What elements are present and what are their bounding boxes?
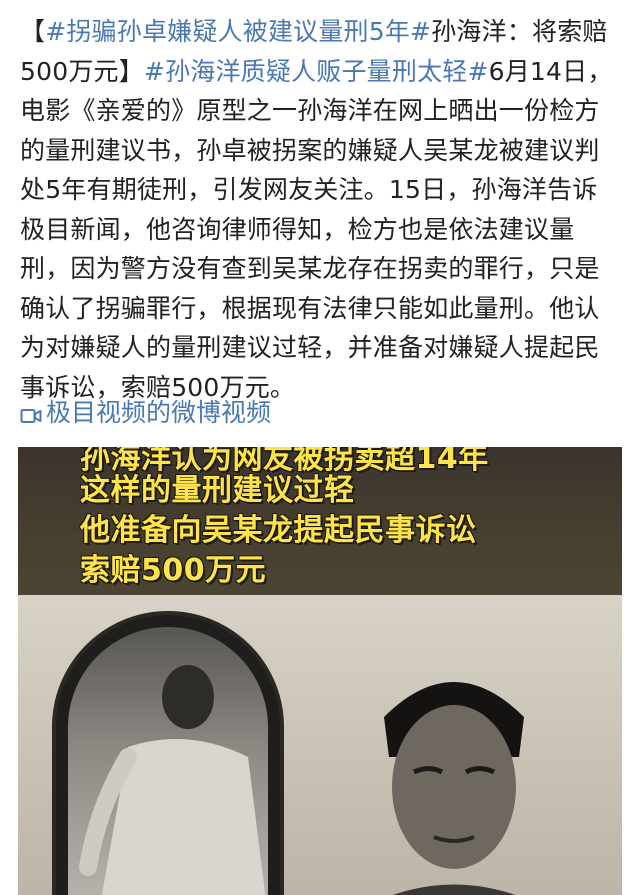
video-icon <box>20 402 42 423</box>
post-text-segment: 【 <box>20 17 46 46</box>
post-text-segment: 6月14日，电影《亲爱的》原型之一孙海洋在网上晒出一份检方的量刑建议书，孙卓被拐… <box>20 56 613 402</box>
right-portrait-photo <box>344 647 564 895</box>
hashtag-link[interactable]: #孙海洋质疑人贩子量刑太轻# <box>144 57 489 86</box>
video-source-link[interactable]: 极目视频的微博视频 <box>20 393 271 429</box>
left-portrait-photo <box>52 611 284 895</box>
weibo-post: 【#拐骗孙卓嫌疑人被建议量刑5年#孙海洋：将索赔500万元】#孙海洋质疑人贩子量… <box>0 0 632 895</box>
hashtag-link[interactable]: #拐骗孙卓嫌疑人被建议量刑5年# <box>45 17 431 46</box>
video-link-label: 极目视频的微博视频 <box>46 398 272 427</box>
video-player[interactable]: 孙海洋认为网友被拐卖超14年 这样的量刑建议过轻 他准备向吴某龙提起民事诉讼 索… <box>18 447 622 895</box>
video-caption-line: 索赔500万元 <box>80 553 267 588</box>
post-text: 【#拐骗孙卓嫌疑人被建议量刑5年#孙海洋：将索赔500万元】#孙海洋质疑人贩子量… <box>20 12 620 407</box>
video-caption-line: 这样的量刑建议过轻 <box>80 473 355 508</box>
video-caption-line: 他准备向吴某龙提起民事诉讼 <box>80 513 477 548</box>
